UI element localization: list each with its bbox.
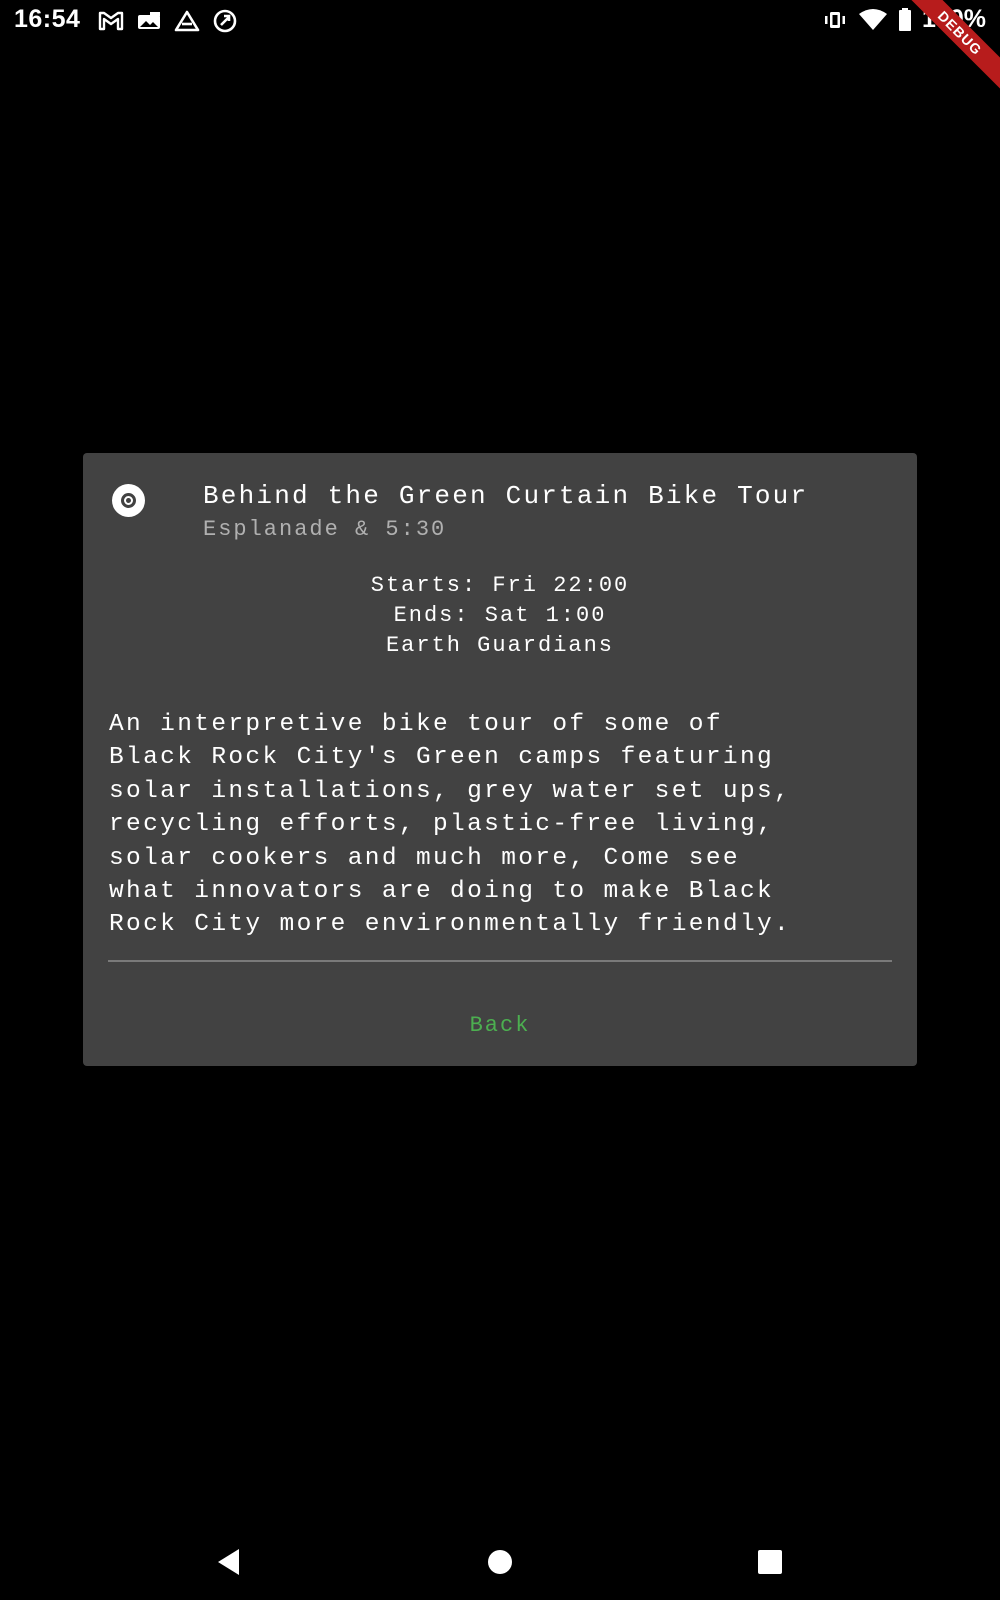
navigation-bar (0, 1520, 1000, 1600)
divider (108, 960, 892, 962)
recents-square-icon[interactable] (748, 1540, 792, 1584)
sync-icon (213, 9, 237, 33)
photo-icon (138, 12, 160, 29)
event-host: Earth Guardians (385, 633, 615, 658)
notification-icons (98, 8, 238, 34)
battery-percent: 100% (922, 5, 986, 33)
vibrate-icon (825, 11, 846, 28)
status-bar: 16:54 100% (0, 0, 1000, 42)
back-triangle-icon[interactable] (207, 1540, 251, 1584)
description-line: solar cookers and much more, Come see (109, 844, 740, 872)
description-line: An interpretive bike tour of some of (109, 711, 723, 738)
description-line: Rock City more environmentally friendly. (109, 911, 792, 939)
description-line: solar installations, grey water set ups, (109, 777, 792, 805)
event-schedule: Starts: Fri 22:00 Ends: Sat 1:00 Earth G… (83, 571, 917, 661)
gmail-icon (98, 11, 124, 31)
event-description: An interpretive bike tour of some of Blac… (109, 708, 899, 942)
description-line: recycling efforts, plastic-free living, (109, 811, 775, 839)
system-icons: 100% (822, 5, 986, 34)
status-time: 16:54 (14, 5, 81, 33)
event-title: Behind the Green Curtain Bike Tour (203, 481, 809, 511)
back-button[interactable]: Back (433, 1003, 567, 1047)
description-line: Black Rock City's Green camps featuring (109, 744, 775, 772)
wifi-icon (859, 8, 888, 30)
home-circle-icon[interactable] (478, 1540, 522, 1584)
drive-icon (174, 10, 200, 32)
battery-icon (899, 7, 912, 31)
event-start-time: Starts: Fri 22:00 (370, 573, 630, 598)
description-line: what innovators are doing to make Black (109, 878, 775, 906)
event-detail-dialog: Behind the Green Curtain Bike Tour Espla… (83, 453, 917, 1066)
event-location: Esplanade & 5:30 (203, 517, 447, 542)
radio-target-icon (112, 484, 145, 517)
event-end-time: Ends: Sat 1:00 (393, 603, 607, 628)
